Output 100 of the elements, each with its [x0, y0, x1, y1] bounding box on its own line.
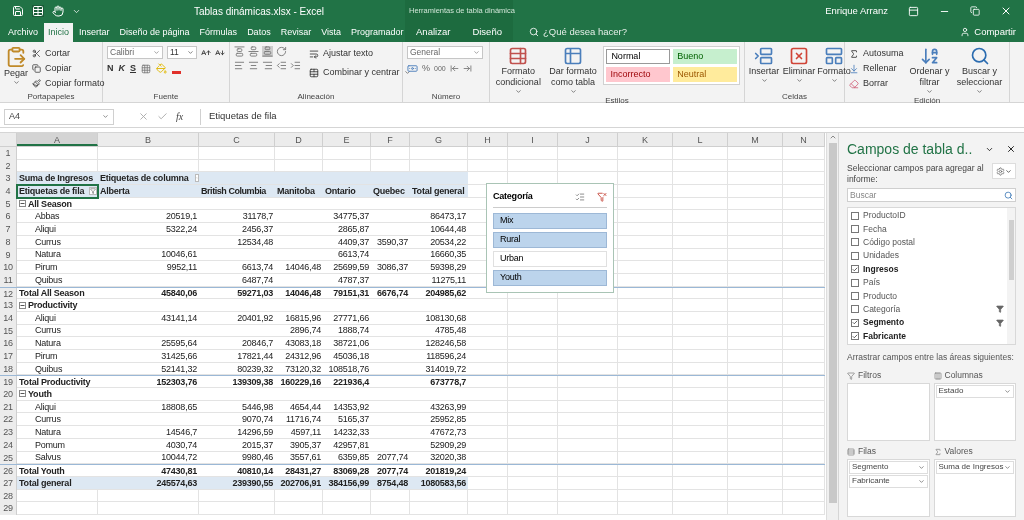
table-cell[interactable]: [468, 489, 508, 503]
delete-cells-button[interactable]: Eliminar: [783, 46, 815, 84]
table-cell[interactable]: [618, 400, 673, 414]
table-cell[interactable]: [468, 502, 508, 515]
column-header[interactable]: H: [468, 133, 508, 146]
table-cell[interactable]: [508, 451, 558, 465]
table-cell[interactable]: [558, 413, 618, 427]
table-cell[interactable]: Quibus: [17, 362, 98, 376]
table-cell[interactable]: [618, 223, 673, 236]
table-cell[interactable]: [783, 299, 825, 312]
area-field[interactable]: Segmento: [849, 460, 928, 474]
table-cell[interactable]: [618, 287, 673, 300]
column-header[interactable]: N: [783, 133, 825, 146]
table-cell[interactable]: All Season: [17, 197, 98, 211]
table-cell[interactable]: [728, 476, 783, 490]
table-cell[interactable]: 673778,7: [410, 376, 468, 389]
touch-icon[interactable]: [52, 5, 64, 17]
row-header[interactable]: 23: [0, 426, 17, 439]
table-cell[interactable]: 10046,61: [98, 248, 199, 262]
table-cell[interactable]: 14046,48: [275, 261, 323, 274]
area-field[interactable]: Fabricante: [849, 474, 928, 488]
table-cell[interactable]: 3557,61: [275, 451, 323, 465]
table-cell[interactable]: Currus: [17, 413, 98, 427]
table-cell[interactable]: [558, 299, 618, 312]
table-cell[interactable]: [508, 465, 558, 477]
table-cell[interactable]: Etiquetas de columna: [98, 172, 199, 186]
table-cell[interactable]: [783, 147, 825, 160]
search-field[interactable]: Buscar: [847, 188, 1016, 202]
table-cell[interactable]: [468, 451, 508, 465]
table-cell[interactable]: [673, 147, 728, 160]
ribbon-tab[interactable]: Inicio: [44, 23, 74, 42]
table-cell[interactable]: [508, 400, 558, 414]
table-cell[interactable]: 18808,65: [98, 400, 199, 414]
slicer-item[interactable]: Youth: [493, 269, 607, 286]
table-cell[interactable]: [199, 172, 275, 186]
table-cell[interactable]: 45840,06: [98, 287, 199, 300]
table-cell[interactable]: 17821,44: [199, 350, 275, 363]
table-cell[interactable]: [508, 438, 558, 452]
table-cell[interactable]: 47672,73: [410, 426, 468, 439]
table-cell[interactable]: 14046,48: [275, 287, 323, 300]
table-cell[interactable]: [468, 388, 508, 401]
find-select-button[interactable]: Buscar y seleccionar: [955, 46, 1004, 95]
table-cell[interactable]: [728, 273, 783, 287]
table-cell[interactable]: British Columbia: [199, 185, 275, 198]
table-cell[interactable]: [673, 185, 728, 198]
table-cell[interactable]: 73120,32: [275, 362, 323, 376]
table-cell[interactable]: 34775,37: [323, 210, 371, 224]
table-cell[interactable]: [673, 235, 728, 249]
table-cell[interactable]: 47430,81: [98, 465, 199, 477]
table-cell[interactable]: [783, 172, 825, 186]
table-cell[interactable]: [468, 362, 508, 376]
borders-icon[interactable]: [141, 63, 151, 74]
table-cell[interactable]: [558, 451, 618, 465]
table-cell[interactable]: [673, 248, 728, 262]
table-cell[interactable]: [783, 273, 825, 287]
table-cell[interactable]: [783, 476, 825, 490]
table-cell[interactable]: 43263,99: [410, 400, 468, 414]
table-cell[interactable]: [728, 337, 783, 350]
table-cell[interactable]: [783, 235, 825, 249]
table-cell[interactable]: 79151,31: [323, 287, 371, 300]
clear-button[interactable]: Borrar: [849, 76, 904, 91]
table-cell[interactable]: [673, 489, 728, 503]
row-header[interactable]: 20: [0, 388, 17, 401]
table-cell[interactable]: [410, 489, 468, 503]
table-cell[interactable]: [98, 147, 199, 160]
field-name[interactable]: Producto: [863, 289, 1004, 303]
table-cell[interactable]: [468, 324, 508, 338]
align-right-icon[interactable]: [262, 60, 273, 71]
decrease-decimal-icon[interactable]: [462, 64, 472, 74]
drop-area[interactable]: [847, 382, 930, 441]
table-cell[interactable]: [673, 324, 728, 338]
table-cell[interactable]: [508, 337, 558, 350]
table-cell[interactable]: 5446,98: [199, 400, 275, 414]
column-header[interactable]: G: [410, 133, 468, 146]
table-cell[interactable]: [618, 426, 673, 439]
table-cell[interactable]: [673, 172, 728, 186]
table-cell[interactable]: [673, 388, 728, 401]
table-cell[interactable]: Youth: [17, 388, 98, 401]
table-cell[interactable]: [618, 147, 673, 160]
table-cell[interactable]: [410, 502, 468, 515]
scroll-up-icon[interactable]: [828, 133, 837, 141]
restore-icon[interactable]: [970, 6, 980, 16]
fill-color-icon[interactable]: [156, 63, 167, 75]
table-cell[interactable]: 4787,37: [323, 273, 371, 287]
table-cell[interactable]: 6613,74: [199, 261, 275, 274]
table-cell[interactable]: 160229,16: [275, 376, 323, 389]
table-cell[interactable]: 45036,18: [323, 350, 371, 363]
table-cell[interactable]: [323, 147, 371, 160]
field-checkbox[interactable]: [851, 278, 859, 287]
table-cell[interactable]: [618, 476, 673, 490]
table-cell[interactable]: 201819,24: [410, 465, 468, 477]
table-cell[interactable]: [558, 489, 618, 503]
table-cell[interactable]: 14232,33: [323, 426, 371, 439]
row-header[interactable]: 1: [0, 147, 17, 160]
table-cell[interactable]: 32020,38: [410, 451, 468, 465]
table-cell[interactable]: 204985,62: [410, 287, 468, 300]
enter-icon[interactable]: [157, 111, 168, 122]
table-cell[interactable]: [728, 172, 783, 186]
table-icon[interactable]: [32, 5, 44, 17]
ribbon-tab[interactable]: Analizar: [410, 23, 457, 42]
